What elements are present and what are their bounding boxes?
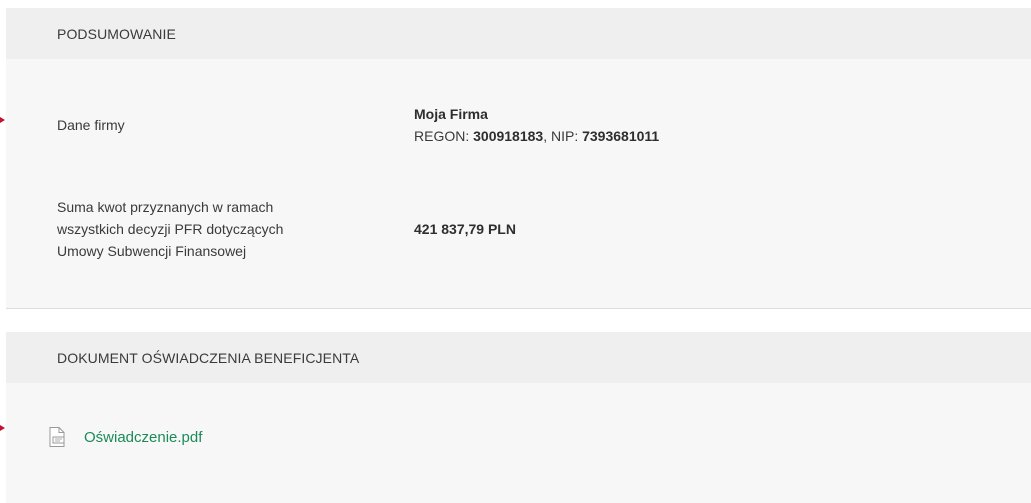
document-file-row[interactable]: Oświadczenie.pdf	[46, 426, 202, 448]
document-card: DOKUMENT OŚWIADCZENIA BENEFICJENTA Oświa…	[6, 332, 1031, 503]
regon-label: REGON:	[414, 128, 474, 144]
page: PODSUMOWANIE Dane firmy Moja Firma REGON…	[0, 0, 1031, 503]
summary-header: PODSUMOWANIE	[6, 8, 1031, 59]
sum-row: Suma kwot przyznanych w ramach wszystkic…	[57, 196, 1031, 262]
company-row: Dane firmy Moja Firma REGON: 300918183, …	[57, 103, 1031, 147]
company-label: Dane firmy	[57, 117, 125, 133]
sum-label-line: wszystkich decyzji PFR dotyczących	[57, 221, 284, 237]
sum-label-line: Umowy Subwencji Finansowej	[57, 243, 247, 259]
summary-card: PODSUMOWANIE Dane firmy Moja Firma REGON…	[6, 8, 1031, 309]
sum-value: 421 837,79 PLN	[414, 221, 516, 237]
marker-arrow-icon	[0, 117, 5, 123]
company-name: Moja Firma	[414, 106, 488, 122]
nip-label: , NIP:	[543, 128, 583, 144]
regon-value: 300918183	[473, 128, 544, 144]
pdf-file-icon	[46, 426, 68, 448]
document-download-link[interactable]: Oświadczenie.pdf	[84, 429, 202, 446]
company-ids: REGON: 300918183, NIP: 7393681011	[414, 125, 659, 147]
sum-label-line: Suma kwot przyznanych w ramach	[57, 199, 274, 215]
document-header: DOKUMENT OŚWIADCZENIA BENEFICJENTA	[6, 332, 1031, 383]
sum-label: Suma kwot przyznanych w ramach wszystkic…	[57, 196, 414, 262]
nip-value: 7393681011	[582, 128, 660, 144]
company-value: Moja Firma REGON: 300918183, NIP: 739368…	[414, 103, 659, 147]
marker-arrow-icon	[0, 425, 5, 431]
